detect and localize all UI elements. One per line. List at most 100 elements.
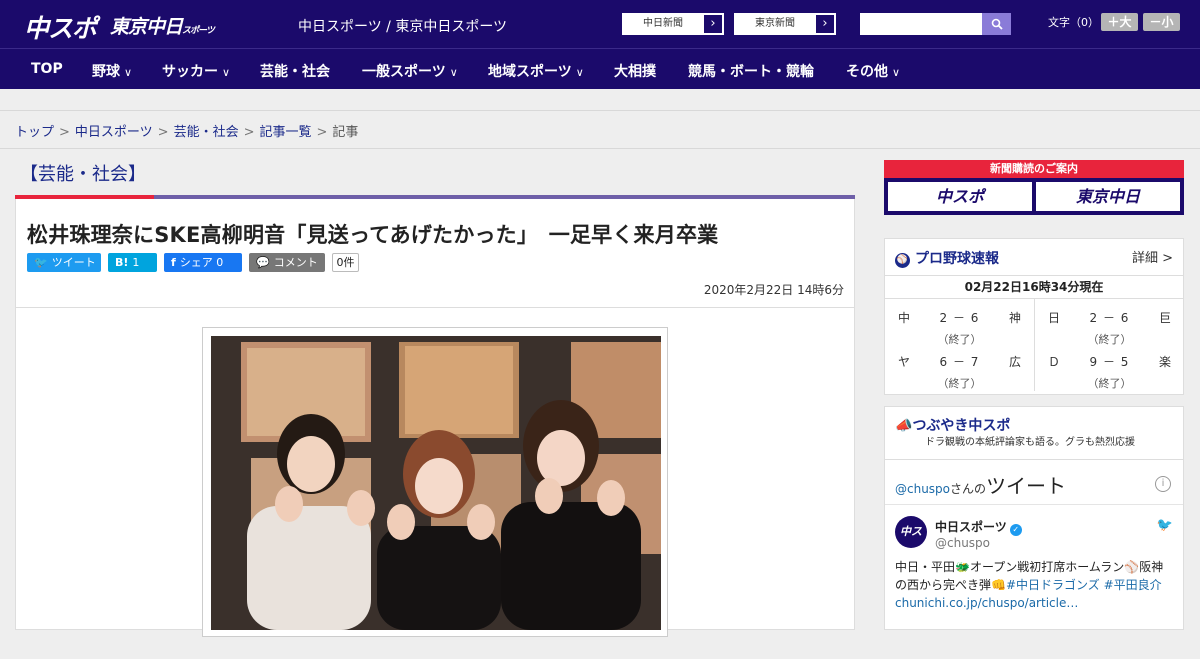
chevron-down-icon: ∨ — [222, 66, 231, 79]
subscription-tokyo-chunichi: 東京中日 — [1036, 182, 1180, 211]
subscription-banner[interactable]: 新聞購読のご案内 中スポ 東京中日 — [884, 160, 1184, 215]
chevron-down-icon: ∨ — [124, 66, 133, 79]
font-size-label: 文字（0） — [1048, 16, 1099, 29]
tokyo-chunichi-logo-small: スポーツ — [182, 26, 215, 36]
comment-button[interactable]: 💬 コメント — [249, 253, 325, 272]
article-headline: 松井珠理奈にSKE高柳明音「見送ってあげたかった」 一足早く来月卒業 — [27, 223, 719, 247]
nav-label: 大相撲 — [614, 64, 656, 80]
away-team: 神 — [1008, 311, 1021, 325]
facebook-share-button[interactable]: f シェア 0 — [164, 253, 242, 272]
breadcrumb-current: 記事 — [332, 125, 359, 140]
chevron-right-icon: › — [815, 14, 835, 34]
breadcrumb-separator: > — [316, 125, 328, 140]
tweet-button[interactable]: 🐦 ツイート — [27, 253, 101, 272]
nav-item-soccer[interactable]: サッカー ∨ — [162, 61, 230, 81]
nav-item-local-sports[interactable]: 地域スポーツ ∨ — [488, 61, 584, 81]
nav-label: サッカー — [162, 64, 218, 80]
embed-handle-suffix: さんの — [950, 482, 987, 496]
chunichi-shimbun-label: 中日新聞 — [643, 18, 683, 29]
tsubuyaki-subtitle: ドラ観戦の本紙評論家も語る。グラも熱烈応援 — [925, 437, 1135, 448]
article-photo-image — [211, 336, 661, 630]
breadcrumb-bar: トップ > 中日スポーツ > 芸能・社会 > 記事一覧 > 記事 — [0, 110, 1200, 149]
section-title: 【芸能・社会】 — [20, 164, 146, 185]
nav-label: 地域スポーツ — [488, 64, 572, 80]
hatena-count: 1 — [132, 256, 140, 269]
breadcrumb-top[interactable]: トップ — [15, 125, 54, 140]
main-nav: TOP 野球 ∨ サッカー ∨ 芸能・社会 一般スポーツ ∨ 地域スポーツ ∨ 大相撲 … — [0, 48, 1200, 89]
away-team: 楽 — [1158, 355, 1171, 369]
subscription-chuspo: 中スポ — [888, 182, 1032, 211]
nav-item-top[interactable]: TOP — [31, 61, 63, 77]
verified-icon: ✓ — [1009, 524, 1022, 536]
tweet-text: 中日・平田🐲オープン戦初打席ホームラン⚾阪神の西から完ぺき弾👊#中日ドラゴンズ … — [895, 558, 1175, 612]
nav-item-sumo[interactable]: 大相撲 — [614, 61, 656, 81]
font-bigger-button[interactable]: ＋大 — [1101, 13, 1138, 31]
hashtag-link[interactable]: #平田良介 — [1104, 578, 1162, 592]
tokyo-chunichi-logo[interactable]: 東京中日スポーツ — [110, 12, 215, 39]
game-score[interactable]: 日 2 － 6 巨 （終了） — [1035, 299, 1184, 346]
away-team: 広 — [1008, 355, 1021, 369]
hatena-icon: B! — [115, 256, 129, 269]
tsubuyaki-title-text: つぶやき中スポ — [912, 418, 1011, 434]
nav-item-general-sports[interactable]: 一般スポーツ ∨ — [362, 61, 458, 81]
megaphone-icon: 📣 — [895, 418, 913, 434]
article-divider — [16, 307, 854, 308]
baseball-title-text: プロ野球速報 — [915, 251, 999, 267]
breadcrumb-entertainment[interactable]: 芸能・社会 — [174, 125, 239, 140]
breadcrumb-article-list[interactable]: 記事一覧 — [260, 125, 312, 140]
hashtag-link[interactable]: #中日ドラゴンズ — [1006, 578, 1100, 592]
scores-grid: 中 2 － 6 神 （終了） 日 2 － 6 巨 （終了） ヤ 6 － 7 広 … — [885, 299, 1183, 394]
comment-label: コメント — [273, 256, 318, 269]
article-photo[interactable] — [202, 327, 668, 637]
nav-label: 一般スポーツ — [362, 64, 446, 80]
tokyo-shimbun-link[interactable]: 東京新聞 › — [734, 13, 836, 35]
breadcrumb-separator: > — [59, 125, 70, 140]
breadcrumb: トップ > 中日スポーツ > 芸能・社会 > 記事一覧 > 記事 — [15, 121, 358, 140]
nav-item-racing[interactable]: 競馬・ボート・競輪 — [688, 61, 814, 81]
embed-title: ツイート — [986, 474, 1067, 498]
nav-item-other[interactable]: その他 ∨ — [846, 61, 900, 81]
tweet-author-handle[interactable]: @chuspo — [935, 536, 990, 550]
nav-item-baseball[interactable]: 野球 ∨ — [92, 61, 132, 81]
baseball-details-link[interactable]: 詳細 > — [1132, 247, 1173, 266]
tokyo-shimbun-label: 東京新聞 — [755, 18, 795, 29]
chunichi-shimbun-link[interactable]: 中日新聞 › — [622, 13, 724, 35]
chevron-down-icon: ∨ — [575, 66, 584, 79]
info-icon[interactable]: i — [1155, 476, 1171, 492]
top-header: 中スポ 東京中日スポーツ 中日スポーツ / 東京中日スポーツ 中日新聞 › 東京… — [0, 0, 1200, 48]
search-button[interactable] — [982, 13, 1011, 35]
game-score[interactable]: 中 2 － 6 神 （終了） — [885, 299, 1034, 346]
facebook-icon: f — [171, 256, 176, 269]
game-score[interactable]: Ｄ 9 － 5 楽 （終了） — [1035, 343, 1184, 390]
search-input[interactable] — [860, 13, 982, 35]
site-names: 中日スポーツ / 東京中日スポーツ — [298, 19, 508, 35]
tweet-link[interactable]: chunichi.co.jp/chuspo/article… — [895, 596, 1078, 610]
chevron-down-icon: ∨ — [449, 66, 458, 79]
embed-divider — [885, 504, 1183, 505]
nav-item-entertainment[interactable]: 芸能・社会 — [260, 61, 330, 81]
twitter-bird-icon: 🐦 — [34, 256, 48, 269]
embed-handle-link[interactable]: @chuspo — [895, 482, 950, 496]
article-date: 2020年2月22日 14時6分 — [703, 283, 844, 297]
subscription-title: 新聞購読のご案内 — [884, 160, 1184, 178]
game-status: （終了） — [937, 377, 982, 390]
breadcrumb-separator: > — [157, 125, 169, 140]
game-score[interactable]: ヤ 6 － 7 広 （終了） — [885, 343, 1034, 390]
game-status: （終了） — [1087, 377, 1132, 390]
hatena-bookmark-button[interactable]: B! 1 — [108, 253, 157, 272]
font-smaller-button[interactable]: －小 — [1143, 13, 1180, 31]
twitter-embed: @chuspoさんのツイート i 中ス 中日スポーツ ✓ @chuspo 🐦 中日… — [885, 459, 1183, 659]
baseball-as-of: 02月22日16時34分現在 — [885, 275, 1183, 299]
search-icon — [991, 18, 1003, 30]
chuspo-logo[interactable]: 中スポ — [24, 9, 97, 45]
baseball-scores-panel: ⚾ プロ野球速報 詳細 > 02月22日16時34分現在 中 2 － 6 神 （終… — [884, 238, 1184, 395]
breadcrumb-chunichi-sports[interactable]: 中日スポーツ — [75, 125, 153, 140]
tweet-author-name[interactable]: 中日スポーツ ✓ — [935, 518, 1022, 536]
avatar[interactable]: 中ス — [895, 516, 927, 548]
away-team: 巨 — [1158, 311, 1171, 325]
nav-label: 競馬・ボート・競輪 — [688, 64, 814, 80]
twitter-bird-icon[interactable]: 🐦 — [1157, 518, 1173, 533]
tweet-label: ツイート — [51, 256, 96, 269]
facebook-label: シェア — [179, 256, 213, 269]
nav-label: その他 — [846, 64, 888, 80]
